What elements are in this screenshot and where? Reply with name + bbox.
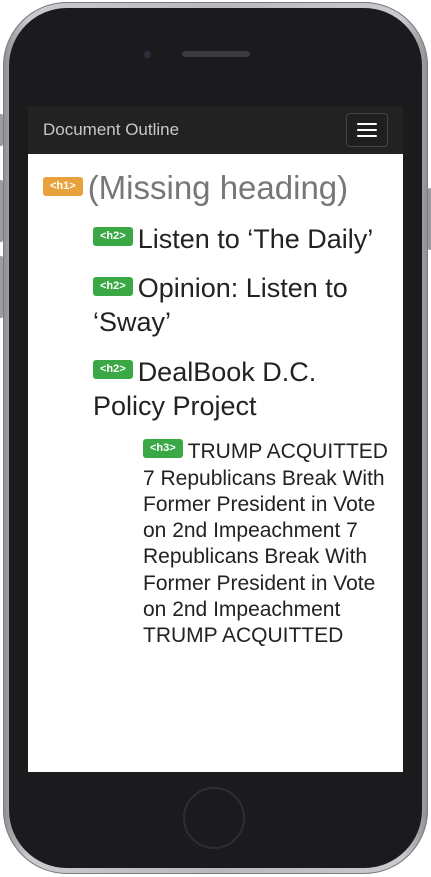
earpiece-speaker	[182, 51, 250, 57]
hamburger-bar-icon	[357, 123, 377, 125]
device-screen: Document Outline <h1> (Missing heading) <…	[28, 106, 403, 772]
document-outline: <h1> (Missing heading) <h2> Listen to ‘The…	[28, 154, 403, 649]
outline-entry-h3[interactable]: <h3> TRUMP ACQUITTED 7 Republicans Break …	[143, 439, 393, 649]
outline-entry-h1[interactable]: <h1> (Missing heading)	[43, 168, 403, 209]
volume-up-button	[0, 180, 3, 242]
hamburger-menu-button[interactable]	[346, 113, 388, 147]
outline-entry-h2[interactable]: <h2> Listen to ‘The Daily’	[93, 223, 393, 257]
hamburger-bar-icon	[357, 129, 377, 131]
heading-text: TRUMP ACQUITTED 7 Republicans Break With…	[143, 440, 388, 648]
mute-switch	[0, 114, 3, 146]
front-camera	[144, 51, 151, 58]
heading-text: Listen to ‘The Daily’	[137, 223, 374, 254]
heading-text: (Missing heading)	[87, 169, 349, 206]
heading-tag-badge: <h3>	[143, 439, 183, 459]
volume-down-button	[0, 256, 3, 318]
navbar: Document Outline	[28, 106, 403, 154]
navbar-title[interactable]: Document Outline	[43, 120, 179, 140]
outline-entry-h2[interactable]: <h2> Opinion: Listen to ‘Sway’	[93, 272, 393, 340]
outline-entry-h2[interactable]: <h2> DealBook D.C. Policy Project	[93, 356, 393, 424]
hamburger-bar-icon	[357, 135, 377, 137]
heading-tag-badge: <h2>	[93, 360, 133, 380]
home-button[interactable]	[183, 787, 245, 849]
heading-tag-badge: <h2>	[93, 226, 133, 247]
heading-tag-badge: <h2>	[93, 276, 133, 296]
heading-tag-badge: <h1>	[43, 176, 83, 196]
